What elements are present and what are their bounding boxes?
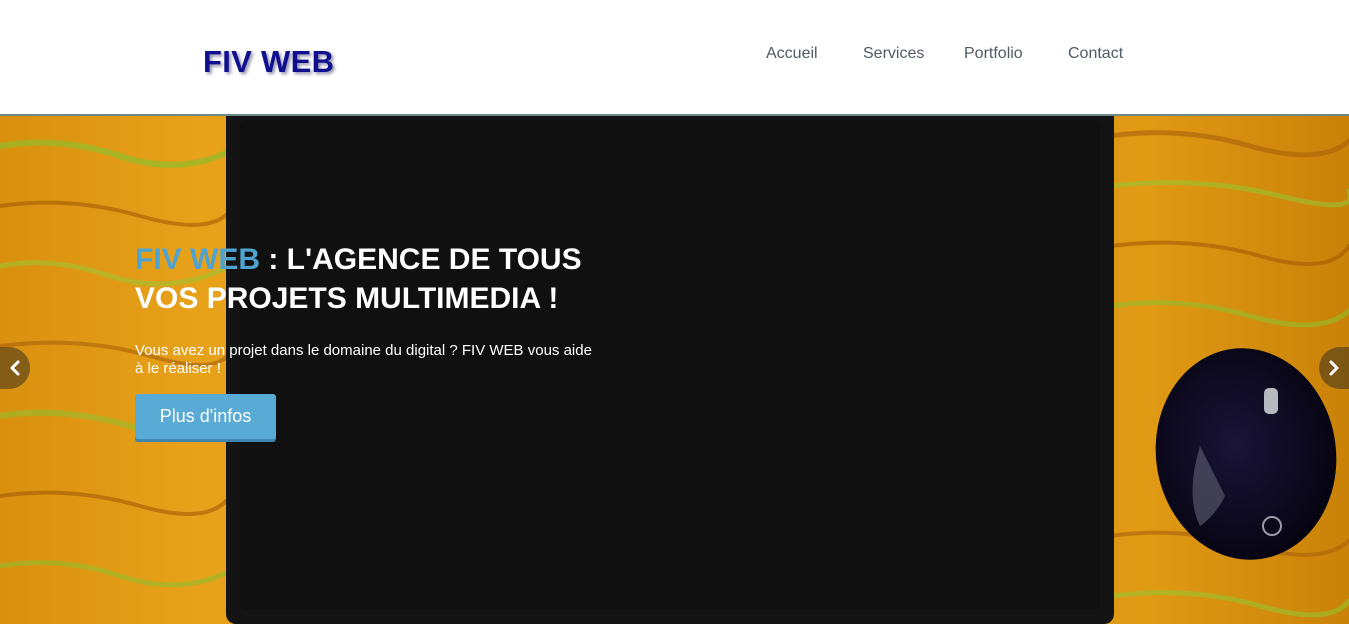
- nav-link-contact[interactable]: Contact: [1068, 45, 1123, 63]
- navbar: FIV WEB Accueil Services Portfolio Conta…: [0, 0, 1349, 114]
- brand-logo[interactable]: FIV WEB: [203, 44, 334, 80]
- more-info-button[interactable]: Plus d'infos: [135, 394, 276, 439]
- hero-title-accent: FIV WEB: [135, 243, 260, 276]
- nav-link-accueil[interactable]: Accueil: [766, 45, 818, 63]
- hero-title: FIV WEB : L'AGENCE DE TOUS VOS PROJETS M…: [135, 240, 605, 318]
- hero-carousel: FIV WEB : L'AGENCE DE TOUS VOS PROJETS M…: [0, 114, 1349, 624]
- chevron-left-icon: [10, 360, 20, 376]
- nav-link-portfolio[interactable]: Portfolio: [964, 45, 1023, 63]
- hero-description: Vous avez un projet dans le domaine du d…: [135, 342, 592, 377]
- chevron-right-icon: [1329, 360, 1339, 376]
- nav-link-services[interactable]: Services: [863, 45, 924, 63]
